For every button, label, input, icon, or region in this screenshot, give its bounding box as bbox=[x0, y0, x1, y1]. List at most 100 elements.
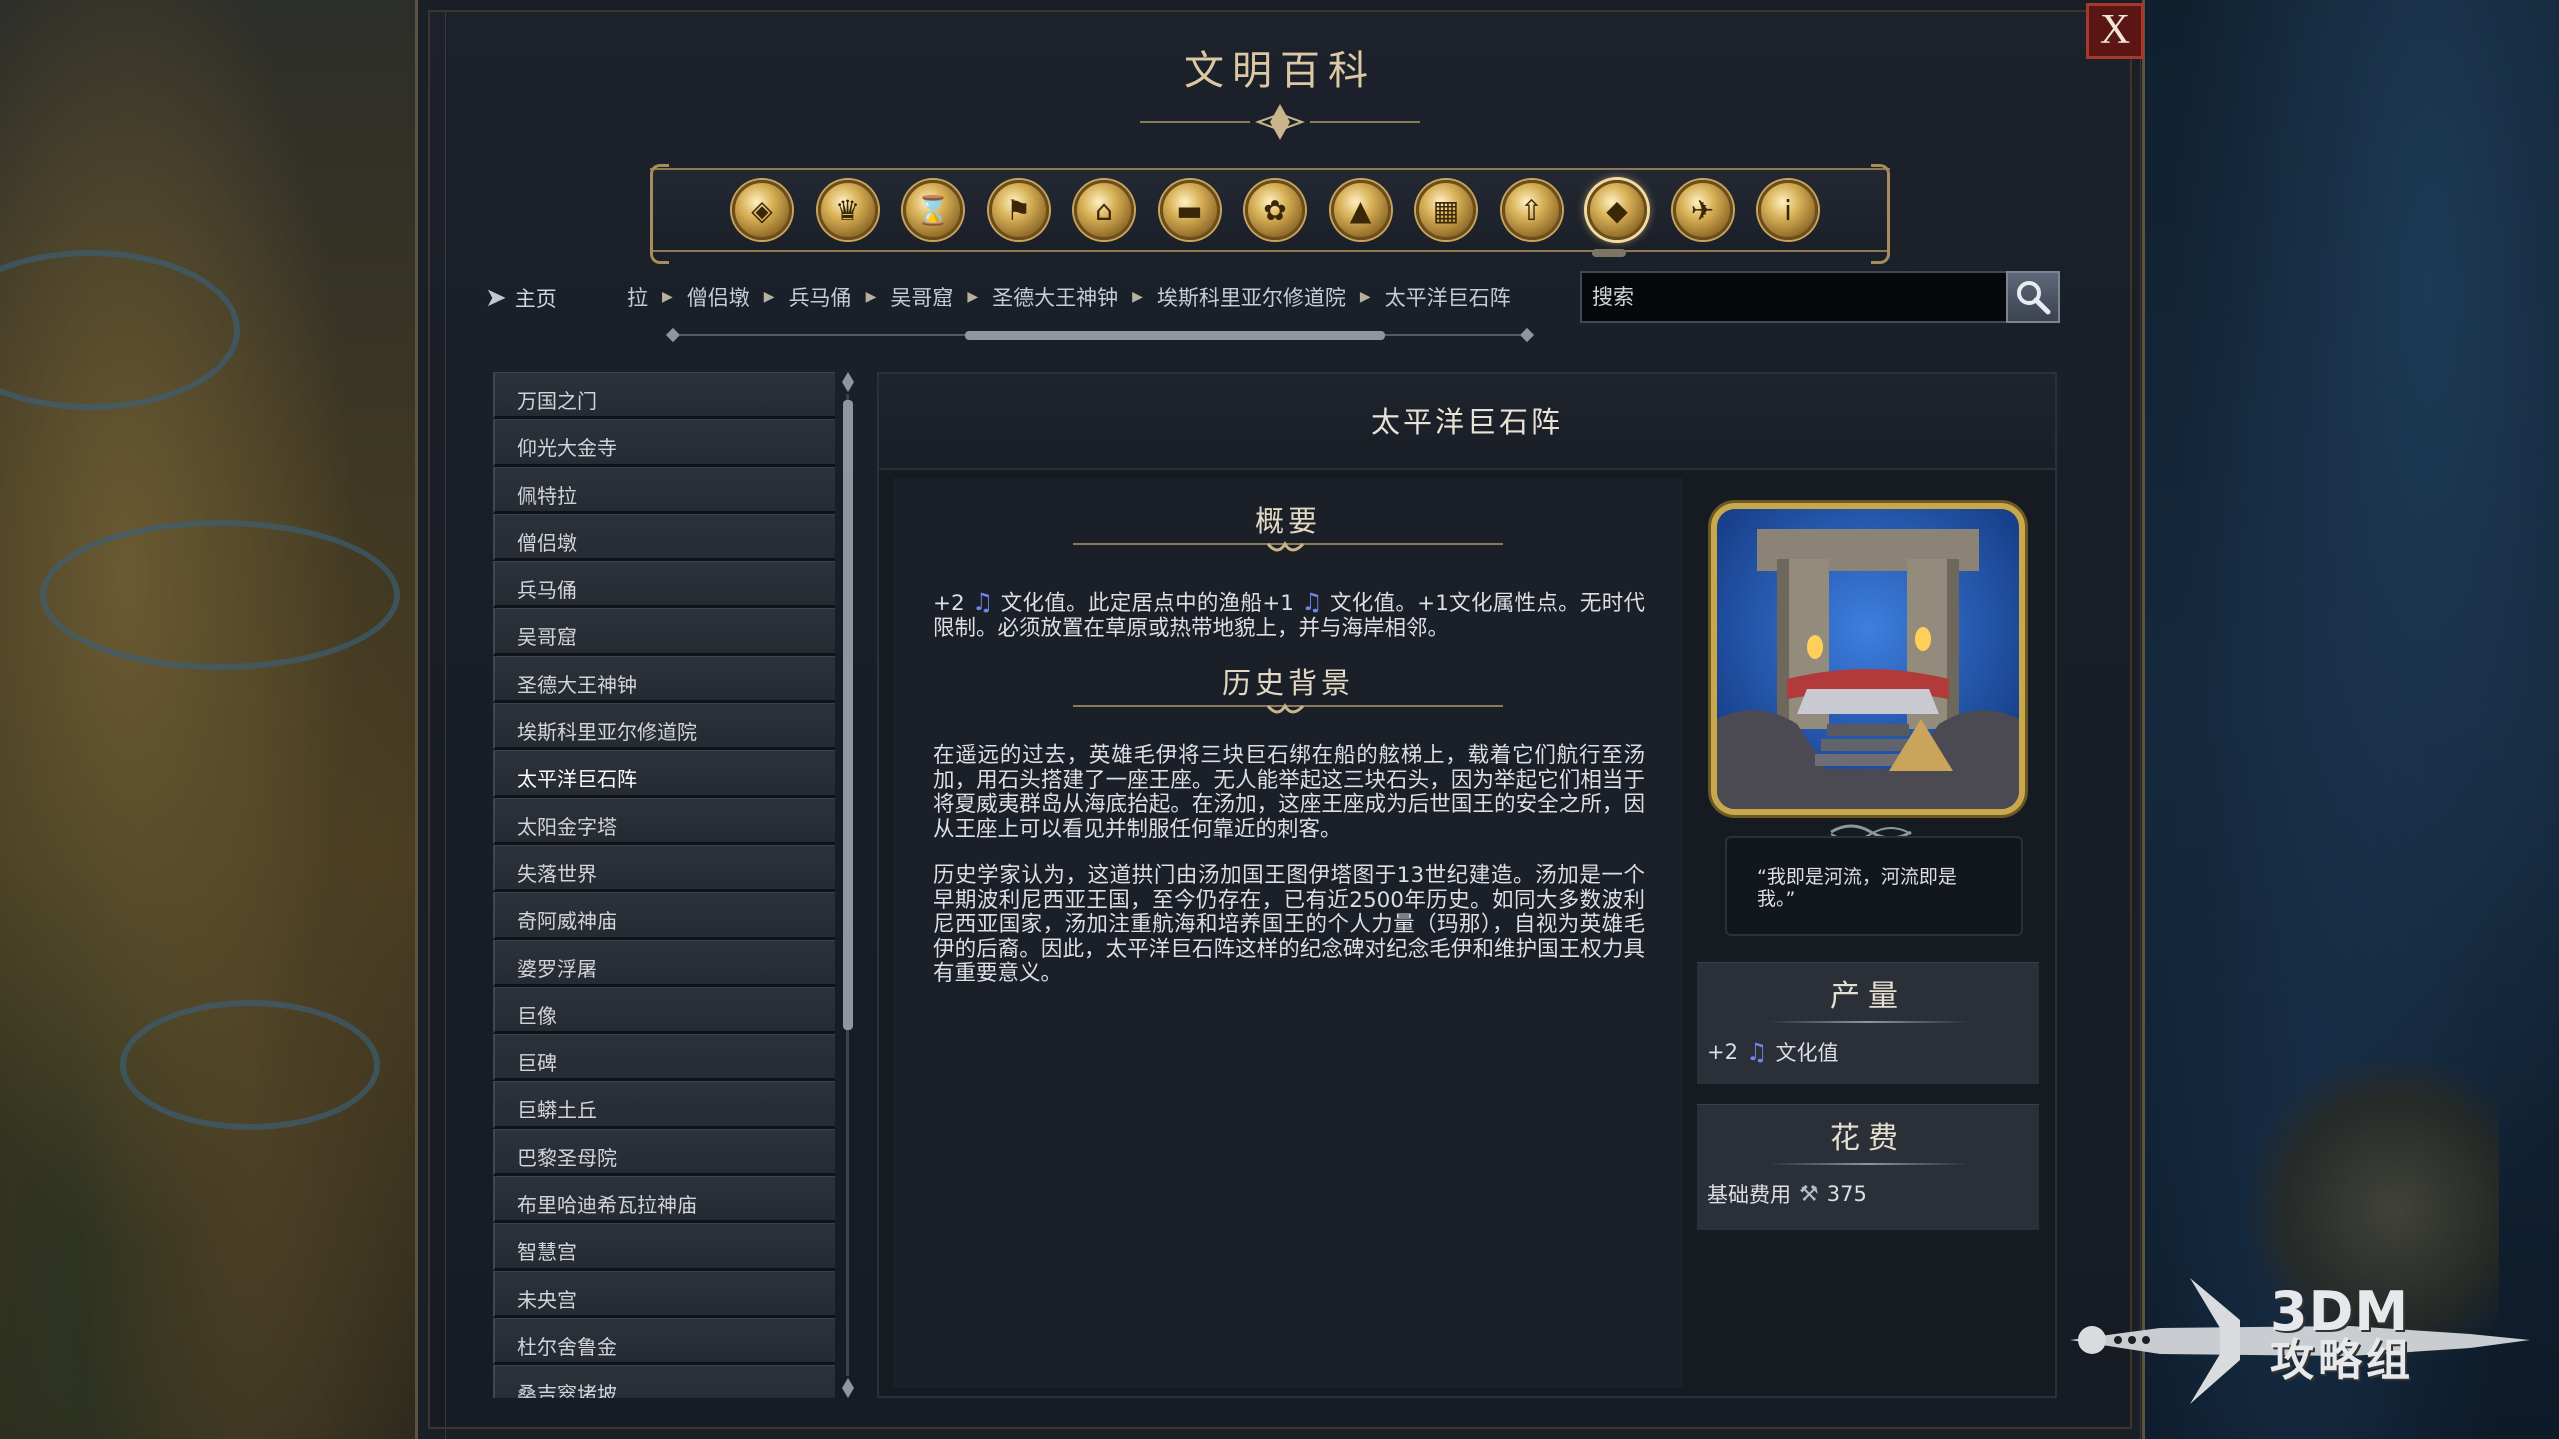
cost-heading: 花费 bbox=[1830, 1121, 1906, 1156]
river-decoration bbox=[40, 520, 400, 670]
list-item[interactable]: 圣德大王神钟 bbox=[493, 655, 835, 704]
breadcrumb-item[interactable]: 僧侣墩 bbox=[687, 282, 750, 312]
list-scroll-graphic bbox=[842, 372, 854, 1398]
breadcrumb-separator-icon: ▶ bbox=[967, 289, 979, 305]
watermark-line1: 3DM bbox=[2270, 1280, 2410, 1343]
list-item[interactable]: 吴哥窟 bbox=[493, 608, 835, 656]
advance-arrow-icon[interactable]: ⇧ bbox=[1501, 180, 1562, 240]
detail-panel: 太平洋巨石阵 概要 +2 ♫ 文化值。此定居点中的渔船+1 ♫ 文化值。+1文化… bbox=[877, 372, 2057, 1398]
close-button[interactable]: X bbox=[2086, 3, 2144, 59]
breadcrumb-separator-icon: ▶ bbox=[1359, 289, 1371, 305]
terrain-mountain-icon[interactable]: ▲ bbox=[1330, 180, 1391, 240]
window-title: 文明百科 bbox=[1184, 48, 1376, 94]
list-item[interactable]: 僧侣墩 bbox=[493, 513, 835, 562]
list-item[interactable]: 桑吉窣堵坡 bbox=[493, 1365, 835, 1398]
list-item[interactable]: 巨像 bbox=[493, 986, 835, 1035]
river-decoration bbox=[120, 1000, 380, 1130]
scroll-cap-left bbox=[665, 327, 681, 343]
scroll-cap-right bbox=[1519, 327, 1535, 343]
section-ornament bbox=[1073, 703, 1503, 714]
search-input[interactable] bbox=[1592, 285, 1972, 309]
breadcrumb-item[interactable]: 兵马俑 bbox=[789, 282, 852, 312]
search-button[interactable] bbox=[2006, 271, 2060, 323]
search-field[interactable] bbox=[1580, 271, 2008, 323]
civilization-icon[interactable]: ◈ bbox=[732, 180, 792, 240]
wonder-portrait bbox=[1711, 503, 2025, 815]
category-bar: ◈ ♛ ⌛ ⚑ ⌂ ▬ ✿ ▲ ▦ ⇧ ◆ ✈ i bbox=[650, 164, 1890, 264]
list-item[interactable]: 巨碑 bbox=[493, 1034, 835, 1082]
wonder-quote: “我即是河流，河流即是我。” bbox=[1725, 836, 2023, 936]
home-label: 主页 bbox=[514, 287, 557, 311]
district-icon[interactable]: ▬ bbox=[1159, 180, 1220, 240]
detail-side-column: “我即是河流，河流即是我。” 产量 +2 ♫ 文化值 花费 基础费用 ⚒ 375 bbox=[1691, 478, 2047, 1388]
history-paragraph-2: 历史学家认为，这道拱门由汤加国王图伊塔图于13世纪建造。汤加是一个早期波利尼西亚… bbox=[933, 863, 1645, 986]
watermark-line2: 攻略组 bbox=[2270, 1335, 2414, 1386]
breadcrumb-item[interactable]: 埃斯科里亚尔修道院 bbox=[1157, 282, 1346, 312]
map-background-right bbox=[2129, 0, 2559, 1439]
list-scrollbar[interactable] bbox=[840, 372, 856, 1398]
list-item[interactable]: 太阳金字塔 bbox=[493, 797, 835, 845]
stone-arch-illustration bbox=[1717, 509, 2019, 809]
list-item[interactable]: 未央宫 bbox=[493, 1270, 835, 1318]
leader-icon[interactable]: ♛ bbox=[817, 180, 878, 240]
overview-heading: 概要 bbox=[1254, 504, 1321, 538]
breadcrumb-separator-icon: ▶ bbox=[662, 289, 673, 305]
list-item[interactable]: 埃斯科里亚尔修道院 bbox=[493, 703, 835, 751]
cost-label: 基础费用 bbox=[1707, 1183, 1791, 1207]
cost-value: 375 bbox=[1826, 1182, 1867, 1206]
wonder-list: 万国之门 仰光大金寺 佩特拉 僧侣墩 兵马俑 吴哥窟 圣德大王神钟 埃斯科里亚尔修道院 太平洋巨… bbox=[493, 372, 835, 1398]
title-ornament bbox=[1140, 104, 1420, 140]
dove-icon[interactable]: ✈ bbox=[1672, 180, 1733, 240]
breadcrumb-item[interactable]: 吴哥窟 bbox=[890, 282, 953, 312]
overview-text-part: +2 bbox=[933, 591, 965, 616]
breadcrumb-item[interactable]: 圣德大王神钟 bbox=[992, 282, 1118, 312]
cost-box: 花费 基础费用 ⚒ 375 bbox=[1697, 1104, 2039, 1230]
history-heading: 历史背景 bbox=[1221, 666, 1354, 700]
back-arrow-icon: ➤ bbox=[485, 283, 507, 313]
list-item[interactable]: 巴黎圣母院 bbox=[493, 1128, 835, 1177]
search-icon bbox=[2017, 281, 2051, 315]
cost-row: 基础费用 ⚒ 375 bbox=[1697, 1165, 2039, 1209]
breadcrumb-separator-icon: ▶ bbox=[1132, 289, 1143, 305]
info-icon[interactable]: i bbox=[1758, 180, 1818, 240]
home-button[interactable]: ➤ 主页 bbox=[485, 283, 557, 313]
yield-box: 产量 +2 ♫ 文化值 bbox=[1697, 962, 2039, 1084]
culture-icon[interactable]: ✿ bbox=[1245, 180, 1305, 240]
history-paragraph-1: 在遥远的过去，英雄毛伊将三块巨石绑在船的舷梯上，载着它们航行至汤加，用石头搭建了… bbox=[933, 743, 1645, 842]
flag-icon[interactable]: ⚑ bbox=[988, 180, 1049, 240]
culture-note-icon: ♫ bbox=[1745, 1038, 1768, 1066]
river-decoration bbox=[0, 250, 240, 410]
list-item[interactable]: 兵马俑 bbox=[493, 561, 835, 609]
list-item[interactable]: 布里哈迪希瓦拉神庙 bbox=[493, 1176, 835, 1224]
hammer-icon: ⚒ bbox=[1799, 1181, 1819, 1207]
section-ornament bbox=[1073, 541, 1503, 552]
overview-text-part: 文化值。此定居点中的渔船+1 bbox=[1000, 591, 1302, 616]
breadcrumb-scroll-thumb[interactable] bbox=[965, 331, 1385, 340]
list-item[interactable]: 佩特拉 bbox=[493, 466, 835, 514]
wonder-icon[interactable]: ◆ bbox=[1587, 180, 1647, 240]
building-icon[interactable]: ⌂ bbox=[1074, 180, 1134, 240]
detail-title: 太平洋巨石阵 bbox=[879, 374, 2055, 470]
overview-text: +2 ♫ 文化值。此定居点中的渔船+1 ♫ 文化值。+1文化属性点。无时代限制。… bbox=[933, 590, 1645, 641]
city-icon[interactable]: ▦ bbox=[1416, 180, 1476, 240]
yield-row: +2 ♫ 文化值 bbox=[1697, 1023, 2039, 1067]
list-item[interactable]: 仰光大金寺 bbox=[493, 419, 835, 467]
list-item[interactable]: 巨蟒土丘 bbox=[493, 1081, 835, 1129]
breadcrumb-item[interactable]: 太平洋巨石阵 bbox=[1385, 282, 1511, 312]
list-item[interactable]: 万国之门 bbox=[493, 372, 835, 420]
detail-text-column: 概要 +2 ♫ 文化值。此定居点中的渔船+1 ♫ 文化值。+1文化属性点。无时代… bbox=[893, 478, 1683, 1388]
yield-heading: 产量 bbox=[1830, 979, 1906, 1014]
list-item[interactable]: 太平洋巨石阵 bbox=[493, 750, 835, 798]
list-item[interactable]: 杜尔舍鲁金 bbox=[493, 1317, 835, 1366]
culture-note-icon: ♫ bbox=[971, 588, 994, 616]
list-item[interactable]: 奇阿威神庙 bbox=[493, 892, 835, 940]
era-hourglass-icon[interactable]: ⌛ bbox=[903, 180, 963, 240]
breadcrumb-item[interactable]: 拉 bbox=[627, 282, 648, 312]
yield-amount: +2 bbox=[1707, 1040, 1738, 1064]
list-item[interactable]: 失落世界 bbox=[493, 844, 835, 893]
breadcrumb-scrollbar[interactable] bbox=[660, 327, 1540, 343]
list-item[interactable]: 婆罗浮屠 bbox=[493, 939, 835, 987]
watermark-text: 3DM 攻略组 bbox=[2270, 1285, 2414, 1383]
map-background-left bbox=[0, 0, 420, 1439]
list-item[interactable]: 智慧宫 bbox=[493, 1223, 835, 1271]
